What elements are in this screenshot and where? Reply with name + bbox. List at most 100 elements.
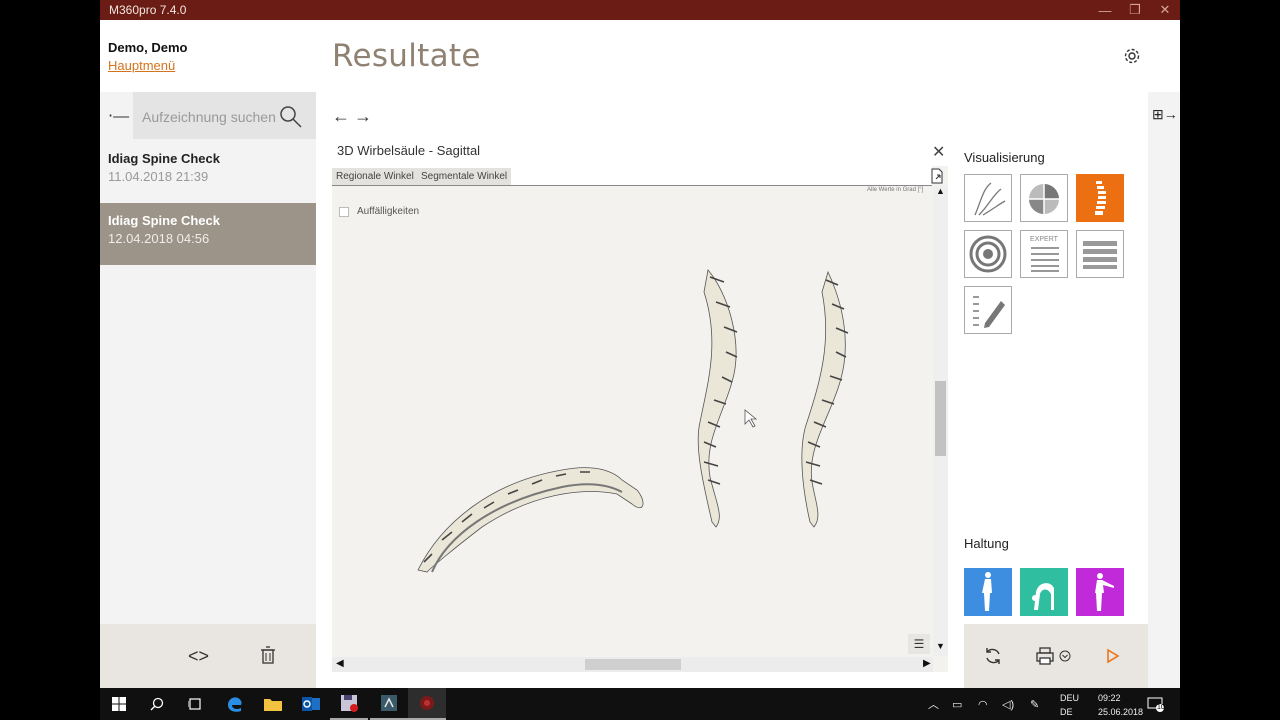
notes-edit-tile[interactable] [964, 286, 1012, 334]
vertical-scrollbar[interactable]: ▲ ▼ [933, 186, 948, 656]
minimize-button[interactable]: — [1090, 0, 1120, 20]
gear-icon[interactable] [1122, 46, 1142, 66]
scroll-up-arrow-icon[interactable]: ▲ [936, 186, 945, 196]
posture-bending-tile[interactable] [1020, 568, 1068, 616]
search-box [133, 92, 316, 139]
main-menu-link[interactable]: Hauptmenü [108, 58, 175, 73]
language-indicator[interactable]: DEU [1060, 693, 1079, 703]
trash-icon[interactable] [260, 646, 276, 664]
record-date: 12.04.2018 04:56 [108, 231, 210, 246]
folder-icon [264, 699, 282, 711]
forward-arrow-icon[interactable]: → [354, 106, 372, 127]
record-icon [420, 696, 434, 710]
outlook-button[interactable] [292, 688, 330, 720]
expand-panel-icon[interactable]: ⊞→ [1152, 106, 1178, 123]
search-icon[interactable] [279, 105, 303, 129]
clock-date[interactable]: 25.06.2018 [1098, 707, 1143, 717]
edge-browser-button[interactable] [216, 688, 254, 720]
header: Demo, Demo Hauptmenü Resultate [100, 20, 1180, 92]
list-menu-icon[interactable]: ☰ [908, 634, 930, 654]
pen-icon[interactable]: ✎ [1030, 688, 1039, 720]
posture-standing-tile[interactable] [964, 568, 1012, 616]
back-arrow-icon[interactable]: ← [332, 106, 350, 127]
notes-edit-icon [973, 296, 1005, 328]
search-icon [150, 697, 164, 711]
expert-label: EXPERT [1030, 236, 1059, 243]
scroll-right-arrow-icon[interactable]: ▶ [923, 658, 931, 669]
task-view-button[interactable] [176, 688, 214, 720]
edge-icon [228, 697, 242, 712]
record-item-selected[interactable]: Idiag Spine Check 12.04.2018 04:56 [100, 203, 316, 265]
recording-app-button[interactable] [408, 688, 446, 720]
vertical-scroll-thumb[interactable] [935, 381, 946, 456]
start-button[interactable] [100, 688, 138, 720]
floppy-record-icon [341, 695, 358, 712]
windows-icon [112, 697, 126, 711]
notification-center-icon[interactable]: 10 [1144, 688, 1168, 720]
expert-list-icon: EXPERT [1030, 236, 1059, 272]
bending-icon [1032, 583, 1054, 610]
pie-chart-icon [1029, 184, 1059, 214]
stripes-icon [1083, 241, 1117, 269]
right-panel: Visualisierung EXPERT Haltung [948, 92, 1148, 688]
volume-icon[interactable]: ◁) [1002, 688, 1014, 720]
curves-tile[interactable] [964, 174, 1012, 222]
record-name: Idiag Spine Check [108, 151, 220, 166]
clock-time[interactable]: 09:22 [1098, 693, 1121, 703]
sidebar: ⋅— Idiag Spine Check 11.04.2018 21:39 Id… [100, 92, 316, 688]
rings-tile[interactable] [964, 230, 1012, 278]
mouse-cursor-icon [744, 409, 758, 428]
page-title: Resultate [332, 38, 481, 74]
posture-title: Haltung [964, 536, 1009, 551]
expert-list-tile[interactable]: EXPERT [1020, 230, 1068, 278]
rings-icon [969, 235, 1007, 273]
search-input[interactable] [142, 107, 282, 127]
outlook-icon [302, 697, 320, 711]
spine-3d-view[interactable] [332, 142, 948, 672]
taskbar-search-button[interactable] [138, 688, 176, 720]
code-icon[interactable]: <> [188, 646, 209, 667]
record-date: 11.04.2018 21:39 [108, 169, 209, 184]
horizontal-scrollbar[interactable]: ◀ ▶ [332, 657, 933, 672]
standing-icon [982, 572, 992, 611]
chevron-down-icon[interactable] [1059, 650, 1071, 662]
wifi-icon[interactable]: ◠ [978, 688, 988, 720]
action-bar [964, 624, 1148, 688]
maximize-button[interactable]: ❐ [1120, 0, 1150, 20]
keyboard-layout-indicator[interactable]: DE [1060, 707, 1073, 717]
taskbar: ︿ ▭ ◠ ◁) ✎ DEU DE 09:22 25.06.2018 10 [100, 688, 1180, 720]
scroll-down-arrow-icon[interactable]: ▼ [936, 641, 945, 651]
spine-panel: 3D Wirbelsäule - Sagittal ✕ Regionale Wi… [332, 142, 948, 672]
horizontal-scroll-thumb[interactable] [585, 659, 681, 670]
window-title: M360pro 7.4.0 [109, 3, 187, 17]
app-window: M360pro 7.4.0 — ❐ ✕ Demo, Demo Hauptmenü… [100, 0, 1180, 688]
refresh-icon[interactable] [983, 646, 1003, 666]
collapse-sidebar-icon[interactable]: ⋅— [108, 106, 129, 126]
record-name: Idiag Spine Check [108, 213, 220, 228]
spine-tile[interactable] [1076, 174, 1124, 222]
save-app-button[interactable] [330, 688, 368, 720]
arms-forward-icon [1095, 573, 1114, 611]
title-bar: M360pro 7.4.0 — ❐ ✕ [100, 0, 1180, 20]
pie-chart-tile[interactable] [1020, 174, 1068, 222]
print-icon[interactable] [1035, 646, 1055, 666]
spine-top-view [417, 467, 644, 573]
visualization-title: Visualisierung [964, 150, 1045, 165]
spine-icon [1095, 181, 1106, 215]
battery-icon[interactable]: ▭ [952, 688, 962, 720]
sidebar-footer: <> [100, 624, 316, 688]
stripes-tile[interactable] [1076, 230, 1124, 278]
expand-panel-strip: ⊞→ [1148, 92, 1180, 688]
m360-app-button[interactable] [370, 688, 408, 720]
tray-chevron-up-icon[interactable]: ︿ [928, 688, 939, 720]
spine-sagittal-right [801, 270, 849, 528]
scroll-left-arrow-icon[interactable]: ◀ [336, 658, 344, 669]
notification-count: 10 [1157, 704, 1165, 711]
main-content: ← → 3D Wirbelsäule - Sagittal ✕ Regional… [316, 92, 1148, 688]
play-icon[interactable] [1106, 648, 1120, 664]
record-item[interactable]: Idiag Spine Check 11.04.2018 21:39 [100, 141, 316, 203]
file-explorer-button[interactable] [254, 688, 292, 720]
posture-arms-forward-tile[interactable] [1076, 568, 1124, 616]
spine-sagittal-left [697, 269, 738, 528]
close-window-button[interactable]: ✕ [1150, 0, 1180, 20]
